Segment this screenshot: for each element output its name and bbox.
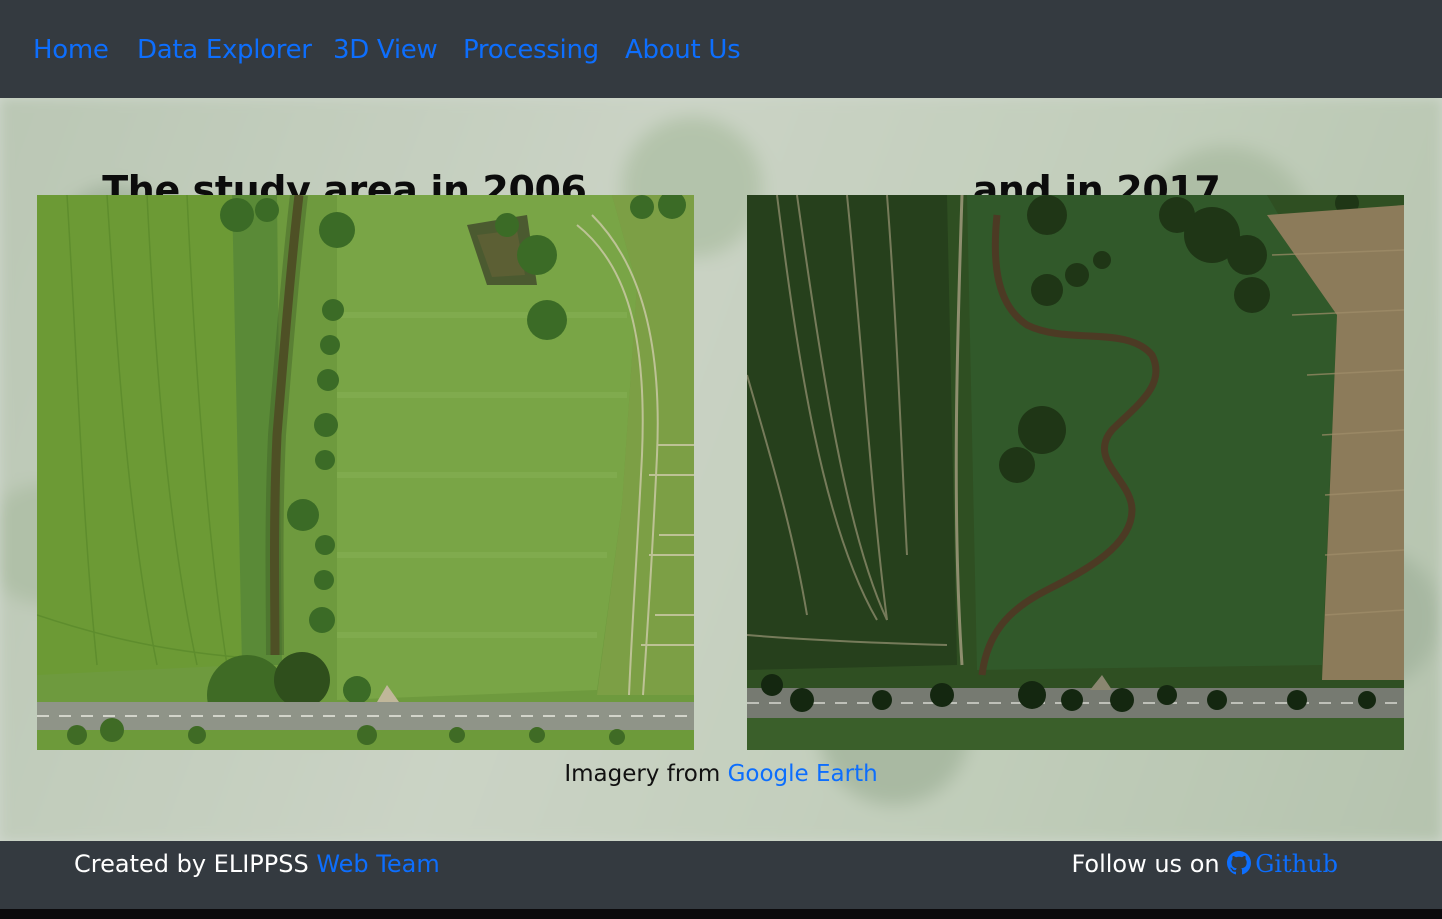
- created-by-text: Created by ELIPPSS: [74, 850, 317, 878]
- github-link[interactable]: Github: [1227, 850, 1338, 878]
- github-link-label: Github: [1255, 850, 1338, 878]
- web-team-link[interactable]: Web Team: [316, 850, 439, 878]
- footer-credits: Created by ELIPPSS Web Team: [74, 847, 440, 881]
- github-icon: [1227, 851, 1252, 875]
- google-earth-link[interactable]: Google Earth: [728, 761, 878, 787]
- aerial-image-2006: [37, 195, 694, 750]
- comparison-section: The study area in 2006... ...and in 2017: [0, 98, 1442, 841]
- footer-social: Follow us on Github: [1071, 847, 1338, 881]
- aerial-image-2017: [747, 195, 1404, 750]
- nav-home-link[interactable]: Home: [33, 31, 109, 69]
- credit-text: Imagery from: [564, 761, 728, 787]
- nav-processing-link[interactable]: Processing: [463, 31, 599, 69]
- nav-3d-view-link[interactable]: 3D View: [333, 31, 438, 69]
- nav-about-us-link[interactable]: About Us: [625, 31, 741, 69]
- top-navbar: Home Data Explorer 3D View Processing Ab…: [0, 0, 1442, 98]
- nav-data-explorer-link[interactable]: Data Explorer: [137, 31, 312, 69]
- follow-text: Follow us on: [1071, 850, 1228, 878]
- imagery-credit: Imagery from Google Earth: [0, 758, 1442, 790]
- footer: Created by ELIPPSS Web Team Follow us on…: [0, 841, 1442, 909]
